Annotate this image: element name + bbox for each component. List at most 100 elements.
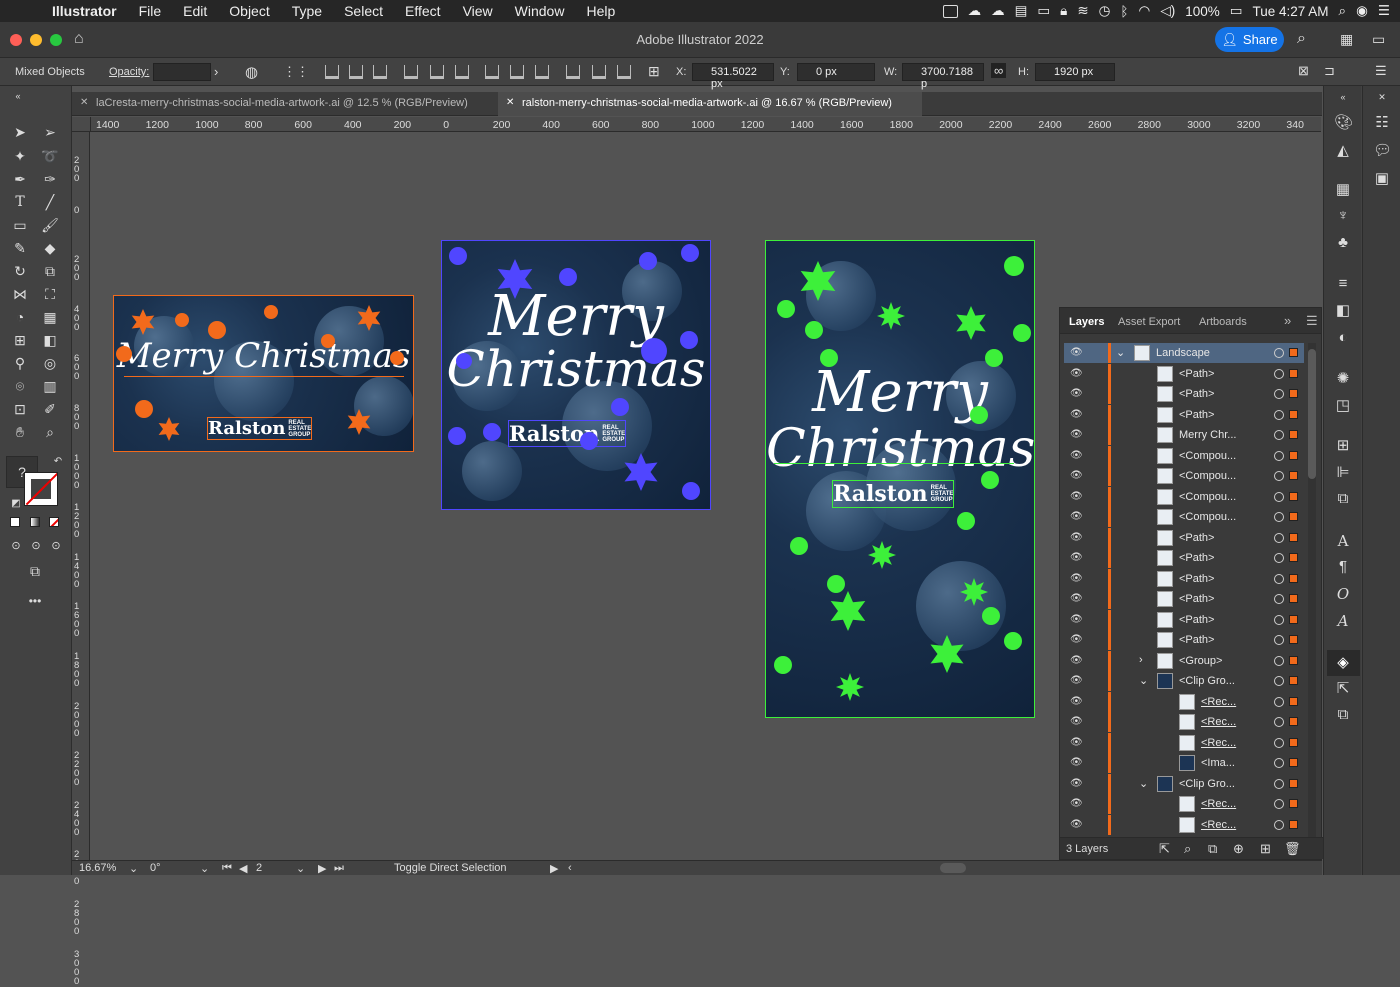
next-artboard-icon[interactable]: ▶ xyxy=(318,862,326,875)
transparency-icon[interactable]: ◐ xyxy=(1334,329,1352,347)
layer-row[interactable]: 👁︎ <Rec... xyxy=(1064,712,1304,732)
layer-row[interactable]: 👁︎ <Path> xyxy=(1064,404,1304,425)
recolor-icon[interactable]: ◍ xyxy=(245,63,258,81)
snowflake-dot[interactable] xyxy=(483,423,501,441)
workspace-icon[interactable]: ▭ xyxy=(1372,31,1385,48)
curvature-tool-icon[interactable]: ✑ xyxy=(40,169,60,189)
selection-indicator[interactable] xyxy=(1289,635,1298,644)
target-icon[interactable] xyxy=(1274,450,1284,461)
none-mode-icon[interactable] xyxy=(49,517,59,527)
target-icon[interactable] xyxy=(1274,594,1284,604)
rotate-tool-icon[interactable]: ↻ xyxy=(10,261,30,281)
artboard-tool-icon[interactable]: ⊡ xyxy=(10,399,30,419)
brushes-icon[interactable]: ♆ xyxy=(1334,207,1352,225)
properties-icon[interactable]: ☷ xyxy=(1373,114,1391,132)
snowflake-dot[interactable] xyxy=(390,351,404,365)
share-button[interactable]: 👤︎ Share xyxy=(1215,27,1284,52)
visibility-eye-icon[interactable]: 👁︎ xyxy=(1070,470,1083,481)
draw-behind-icon[interactable]: ⊙ xyxy=(26,536,46,556)
opacity-label[interactable]: Opacity: xyxy=(109,66,149,78)
layer-row[interactable]: 👁︎ ⌄ <Clip Gro... xyxy=(1064,671,1304,691)
hand-tool-icon[interactable]: ✋︎ xyxy=(10,422,30,442)
snowflake-dot[interactable] xyxy=(580,432,598,450)
menu-effect[interactable]: Effect xyxy=(405,3,441,19)
target-icon[interactable] xyxy=(1274,758,1284,768)
last-artboard-icon[interactable]: ⏭ xyxy=(334,862,344,875)
libraries-icon[interactable]: ▣ xyxy=(1373,170,1391,188)
color-guide-icon[interactable]: ◭ xyxy=(1334,142,1352,160)
layer-row[interactable]: 👁︎ <Compou... xyxy=(1064,445,1304,466)
horizontal-ruler[interactable]: 1400 1200 1000 800 600 400 200 0 200 400 600 800 100… xyxy=(91,117,1321,132)
status-menu-icon[interactable]: ▶ xyxy=(550,862,558,875)
distribute-top-icon[interactable] xyxy=(485,65,499,79)
selection-indicator[interactable] xyxy=(1289,819,1298,829)
control-center-icon[interactable]: ☰ xyxy=(1378,3,1390,19)
search-icon[interactable]: ⌕ xyxy=(1297,30,1306,48)
selection-indicator[interactable] xyxy=(1289,778,1298,788)
zoom-tool-icon[interactable]: ⌕ xyxy=(40,422,60,442)
visibility-eye-icon[interactable]: 👁︎ xyxy=(1070,655,1083,666)
shaper-tool-icon[interactable]: ✎ xyxy=(10,238,30,258)
character-panel-icon[interactable]: A xyxy=(1334,532,1352,550)
glyphs-icon[interactable]: A xyxy=(1334,612,1352,630)
scroll-left-icon[interactable]: ‹ xyxy=(568,862,572,874)
tab-ralston[interactable]: ✕ ralston-merry-christmas-social-media-ar… xyxy=(498,92,922,116)
layer-name[interactable]: <Compou... xyxy=(1179,470,1236,482)
visibility-eye-icon[interactable]: 👁︎ xyxy=(1070,819,1083,830)
default-colors-icon[interactable]: ◩ xyxy=(6,494,26,514)
snowflake-dot[interactable] xyxy=(559,268,577,286)
layer-row[interactable]: 👁︎ <Path> xyxy=(1064,384,1304,404)
snowflake-shape[interactable] xyxy=(158,417,180,441)
color-mode-icon[interactable] xyxy=(10,517,20,527)
layer-row[interactable]: 👁︎ <Rec... xyxy=(1064,691,1304,712)
snowflake-dot[interactable] xyxy=(639,252,657,270)
snowflake-dot[interactable] xyxy=(456,353,472,369)
delete-layer-icon[interactable]: 🗑︎ xyxy=(1284,841,1301,857)
target-icon[interactable] xyxy=(1274,655,1284,666)
layer-row[interactable]: 👁︎ <Compou... xyxy=(1064,507,1304,527)
swap-colors-icon[interactable]: ↶ xyxy=(48,452,68,472)
snowflake-dot[interactable] xyxy=(790,537,808,555)
layer-row[interactable]: 👁︎ <Path> xyxy=(1064,589,1304,609)
layer-name[interactable]: <Compou... xyxy=(1179,450,1236,462)
layer-name[interactable]: <Rec... xyxy=(1201,737,1236,749)
layer-row[interactable]: 👁︎ <Rec... xyxy=(1064,814,1304,835)
distribute-right-icon[interactable] xyxy=(617,65,631,79)
layer-name[interactable]: <Path> xyxy=(1179,409,1214,421)
selection-indicator[interactable] xyxy=(1289,532,1298,542)
layer-name[interactable]: <Rec... xyxy=(1201,819,1236,831)
distribute-bottom-icon[interactable] xyxy=(535,65,549,79)
close-tab-icon[interactable]: ✕ xyxy=(80,97,88,108)
layer-name[interactable]: <Ima... xyxy=(1201,757,1235,769)
layer-name[interactable]: Landscape xyxy=(1156,347,1210,359)
align-center-icon[interactable] xyxy=(349,65,363,79)
snowflakes-green[interactable] xyxy=(766,241,1034,717)
target-icon[interactable] xyxy=(1274,573,1284,584)
menu-help[interactable]: Help xyxy=(586,3,615,19)
free-transform-tool-icon[interactable]: ⛶ xyxy=(40,284,60,304)
arrange-documents-icon[interactable]: ▦ xyxy=(1340,31,1353,48)
distribute-hcenter-icon[interactable] xyxy=(592,65,606,79)
bluetooth-icon[interactable]: ᛒ xyxy=(1120,4,1128,19)
layer-name[interactable]: <Clip Gro... xyxy=(1179,675,1235,687)
menu-edit[interactable]: Edit xyxy=(183,3,207,19)
horizontal-scrollbar[interactable] xyxy=(940,863,966,873)
collapse-dock-icon-2[interactable]: ✕ xyxy=(1373,88,1391,106)
transform-icon[interactable]: ⊠ xyxy=(1298,63,1309,79)
selection-indicator[interactable] xyxy=(1289,696,1298,706)
eyedropper-tool-icon[interactable]: ⚲ xyxy=(10,353,30,373)
lock-icon[interactable]: 🔒︎ xyxy=(1060,3,1067,19)
target-icon[interactable] xyxy=(1274,717,1284,727)
snowflakes-blue[interactable] xyxy=(442,241,710,509)
target-icon[interactable] xyxy=(1274,368,1284,379)
visibility-eye-icon[interactable]: 👁︎ xyxy=(1070,347,1083,358)
snowflake-dot[interactable] xyxy=(448,427,466,445)
layer-name[interactable]: <Group> xyxy=(1179,655,1222,667)
visibility-eye-icon[interactable]: 👁︎ xyxy=(1070,778,1083,789)
pen-tool-icon[interactable]: ✒ xyxy=(10,169,30,189)
layer-name[interactable]: <Path> xyxy=(1179,552,1214,564)
snowflake-shape[interactable] xyxy=(830,591,866,631)
selection-indicator[interactable] xyxy=(1289,450,1298,460)
lasso-tool-icon[interactable]: ➰ xyxy=(40,146,60,166)
menu-object[interactable]: Object xyxy=(229,3,269,19)
